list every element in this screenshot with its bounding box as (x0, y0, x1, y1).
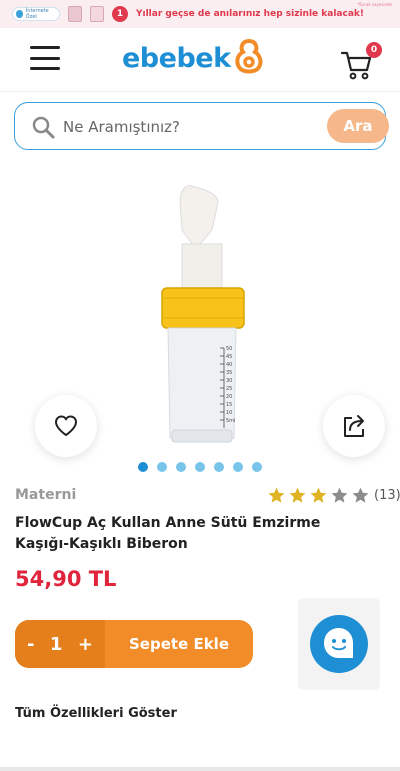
scale-mark: 5ml (226, 418, 235, 424)
product-price: 54,90 TL (15, 567, 117, 591)
logo-text: ebebek (122, 42, 231, 74)
info-dot-icon (16, 10, 23, 18)
star-empty-icon (352, 487, 369, 503)
search-button[interactable]: Ara (327, 109, 389, 143)
photo-thumbnail (68, 6, 82, 22)
search-bar: Ara (14, 102, 389, 150)
promo-banner[interactable]: İnternete Özel 1 Yıllar geçse de anıları… (0, 0, 400, 28)
promo-note: *Evrak sayesinde (357, 2, 392, 7)
chat-bot-icon (324, 628, 353, 658)
quantity-increase-button[interactable]: + (78, 634, 93, 655)
share-icon (344, 415, 364, 437)
chat-widget (298, 598, 380, 690)
favorite-button[interactable] (35, 395, 97, 457)
gallery-dot[interactable] (157, 462, 167, 472)
header: ebebek 0 (0, 28, 400, 92)
gallery-dot[interactable] (176, 462, 186, 472)
scale-mark: 20 (226, 394, 232, 400)
star-empty-icon (331, 487, 348, 503)
gallery-pagination (0, 462, 400, 472)
divider (0, 767, 400, 771)
rating-count: (13) (374, 488, 400, 503)
show-all-features-link[interactable]: Tüm Özellikleri Göster (15, 706, 177, 721)
cart-count-badge: 0 (366, 42, 382, 58)
search-input[interactable] (63, 113, 323, 141)
add-to-cart-bar: - 1 + Sepete Ekle (15, 620, 253, 668)
product-rating[interactable]: (13) (267, 486, 400, 505)
add-to-cart-button[interactable]: Sepete Ekle (105, 620, 253, 668)
star-filled-icon (310, 487, 327, 503)
scale-mark: 45 (226, 354, 232, 360)
product-image: 50 45 40 35 30 25 20 15 10 5ml (161, 185, 245, 443)
ebebek-logo[interactable]: ebebek (122, 38, 265, 78)
share-button[interactable] (323, 395, 385, 457)
gallery-dot[interactable] (195, 462, 205, 472)
scale-mark: 40 (226, 362, 232, 368)
gallery-dot[interactable] (138, 462, 148, 472)
quantity-stepper: - 1 + (15, 620, 105, 668)
photo-thumbnail (90, 6, 104, 22)
quantity-decrease-button[interactable]: - (27, 634, 34, 655)
gallery-dot[interactable] (214, 462, 224, 472)
chat-button[interactable] (310, 615, 368, 673)
online-exclusive-pill: İnternete Özel (12, 7, 60, 21)
star-filled-icon (268, 487, 285, 503)
product-title: FlowCup Aç Kullan Anne Sütü Emzirme Kaşı… (15, 515, 321, 552)
promo-badge: 1 (112, 6, 128, 22)
gallery-dot[interactable] (252, 462, 262, 472)
search-icon (32, 116, 55, 139)
star-filled-icon (289, 487, 306, 503)
hamburger-menu-icon[interactable] (30, 46, 60, 70)
scale-mark: 25 (226, 386, 232, 392)
pill-text: İnternete Özel (25, 8, 49, 20)
promo-text: Yıllar geçse de anılarınız hep sizinle k… (136, 9, 364, 19)
scale-mark: 50 (226, 346, 232, 352)
quantity-value: 1 (49, 633, 63, 655)
scale-mark: 15 (226, 402, 232, 408)
product-brand[interactable]: Materni (15, 487, 76, 503)
heart-icon (55, 415, 77, 436)
logo-mark-icon (234, 38, 262, 74)
gallery-dot[interactable] (233, 462, 243, 472)
scale-mark: 30 (226, 378, 232, 384)
scale-mark: 10 (226, 410, 232, 416)
scale-mark: 35 (226, 370, 232, 376)
cart-button[interactable]: 0 (340, 42, 382, 80)
product-gallery[interactable]: 50 45 40 35 30 25 20 15 10 5ml (0, 160, 400, 460)
